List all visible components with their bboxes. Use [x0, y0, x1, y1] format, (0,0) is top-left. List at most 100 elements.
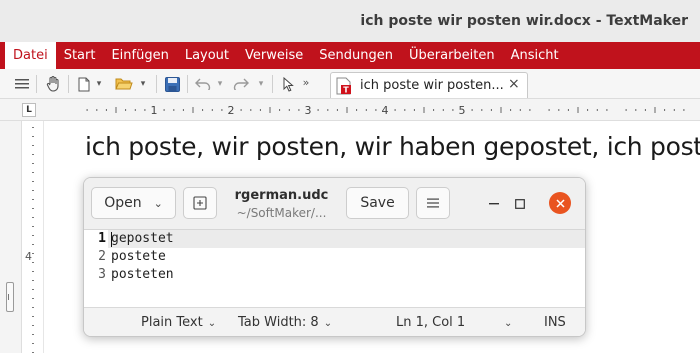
ruler-tick [519, 109, 521, 111]
close-window-icon[interactable] [549, 192, 571, 214]
window-titlebar: ich poste wir posten wir.docx - TextMake… [0, 0, 700, 42]
ruler-tick [433, 109, 435, 111]
ruler-tick [240, 109, 242, 111]
ruler-tick [529, 109, 531, 111]
hand-icon[interactable] [42, 74, 64, 94]
ruler-tick [510, 109, 512, 111]
toolbar-separator [68, 75, 69, 93]
save-button[interactable]: Save [346, 187, 409, 219]
ruler-tick [96, 109, 98, 111]
vertical-ruler-tick [32, 163, 34, 164]
ruler-tick [548, 109, 550, 111]
menu-ansicht[interactable]: Ansicht [503, 42, 567, 69]
menu-einfuegen[interactable]: Einfügen [103, 42, 176, 69]
ruler-tick [394, 109, 396, 111]
vertical-ruler-tick [32, 289, 34, 290]
save-icon[interactable] [162, 74, 182, 94]
cursor-position-dropdown[interactable]: ⌄ [504, 315, 512, 330]
undo-icon[interactable] [193, 74, 213, 94]
ruler-tick [211, 109, 213, 111]
redo-dropdown-icon[interactable]: ▾ [256, 74, 266, 94]
ruler-tick [606, 109, 608, 111]
ruler-number: 5 [459, 104, 466, 117]
vertical-ruler-tick [32, 244, 34, 245]
ruler-tick [192, 107, 194, 113]
editor-line[interactable]: posteten [111, 267, 174, 282]
horizontal-ruler[interactable]: 1 2 3 4 5 [40, 102, 700, 118]
tab-stop-selector[interactable]: L [22, 103, 36, 117]
line-number: 2 [98, 249, 106, 264]
document-tab[interactable]: T ich poste wir posten... × [330, 72, 528, 98]
menu-start[interactable]: Start [56, 42, 104, 69]
undo-dropdown-icon[interactable]: ▾ [215, 74, 225, 94]
ruler-tick [163, 109, 165, 111]
svg-text:T: T [343, 86, 349, 95]
editor-file-path: ~/SoftMaker/... [236, 206, 327, 220]
hamburger-menu-button[interactable] [416, 187, 450, 219]
ruler-tick [635, 109, 637, 111]
menu-ueberarbeiten[interactable]: Überarbeiten [401, 42, 503, 69]
new-tab-icon [193, 196, 207, 210]
menu-datei[interactable]: Datei [5, 42, 56, 69]
ruler-tick [413, 109, 415, 111]
menu-icon[interactable] [12, 74, 32, 94]
open-dropdown-icon[interactable]: ▾ [138, 74, 148, 94]
vertical-ruler-tick [32, 172, 34, 173]
ruler-tick [558, 109, 560, 111]
toolbar-overflow-icon[interactable]: » [300, 72, 312, 92]
ruler-tick [86, 109, 88, 111]
vertical-ruler-tick [32, 145, 34, 146]
ruler-tick [336, 109, 338, 111]
vertical-ruler-tick [32, 271, 34, 272]
ruler-tick [173, 109, 175, 111]
pointer-icon[interactable] [280, 74, 296, 94]
editor-filename: rgerman.udc [234, 188, 329, 203]
editor-headerbar: Open ⌄ rgerman.udc ~/SoftMaker/... Save [84, 178, 585, 230]
ruler-number: 1 [151, 104, 158, 117]
language-label: Plain Text [141, 315, 203, 330]
vertical-ruler-tick [32, 334, 34, 335]
toolbar-separator [36, 75, 37, 93]
language-selector[interactable]: Plain Text ⌄ [141, 315, 216, 330]
cursor-position-selector[interactable]: Ln 1, Col 1 [396, 315, 465, 330]
ruler-tick [144, 109, 146, 111]
new-document-dropdown-icon[interactable]: ▾ [94, 74, 104, 94]
close-tab-icon[interactable]: × [508, 76, 520, 92]
ruler-tick [452, 109, 454, 111]
chevron-down-icon: ⌄ [504, 318, 513, 329]
editor-line[interactable]: postete [111, 249, 166, 264]
minimize-icon[interactable] [482, 192, 506, 216]
menu-verweise[interactable]: Verweise [237, 42, 311, 69]
ruler-tick [654, 107, 656, 113]
ruler-tick [279, 109, 281, 111]
ruler-tick [317, 109, 319, 111]
new-document-icon[interactable] [75, 74, 93, 94]
editor-line[interactable]: gepostet [111, 231, 174, 246]
vertical-ruler-tick [32, 307, 34, 308]
menu-layout[interactable]: Layout [177, 42, 237, 69]
editor-text-area[interactable]: 1 2 3 gepostet postete posteten [84, 230, 585, 307]
open-button-label: Open [104, 195, 142, 211]
open-folder-icon[interactable] [113, 74, 135, 94]
redo-icon[interactable] [231, 74, 251, 94]
vertical-ruler-tick [32, 343, 34, 344]
ruler-tick [683, 109, 685, 111]
menu-sendungen[interactable]: Sendungen [311, 42, 401, 69]
ruler-tick [673, 109, 675, 111]
maximize-icon[interactable] [508, 192, 532, 216]
ruler-tick [423, 107, 425, 113]
ruler-tick [182, 109, 184, 111]
open-button[interactable]: Open ⌄ [91, 187, 176, 219]
document-text[interactable]: ich poste, wir posten, wir haben geposte… [85, 132, 700, 161]
new-tab-button[interactable] [183, 187, 217, 219]
ruler-number: 4 [382, 104, 389, 117]
hamburger-icon [427, 198, 439, 208]
insert-mode-indicator[interactable]: INS [544, 315, 566, 330]
menubar: Datei Start Einfügen Layout Verweise Sen… [0, 42, 700, 69]
left-panel-strip [0, 121, 22, 353]
ruler-tick [202, 109, 204, 111]
textmaker-document-icon: T [336, 77, 352, 95]
toolbar-separator [156, 75, 157, 93]
ruler-number: 3 [305, 104, 312, 117]
tab-width-selector[interactable]: Tab Width: 8 ⌄ [238, 315, 332, 330]
